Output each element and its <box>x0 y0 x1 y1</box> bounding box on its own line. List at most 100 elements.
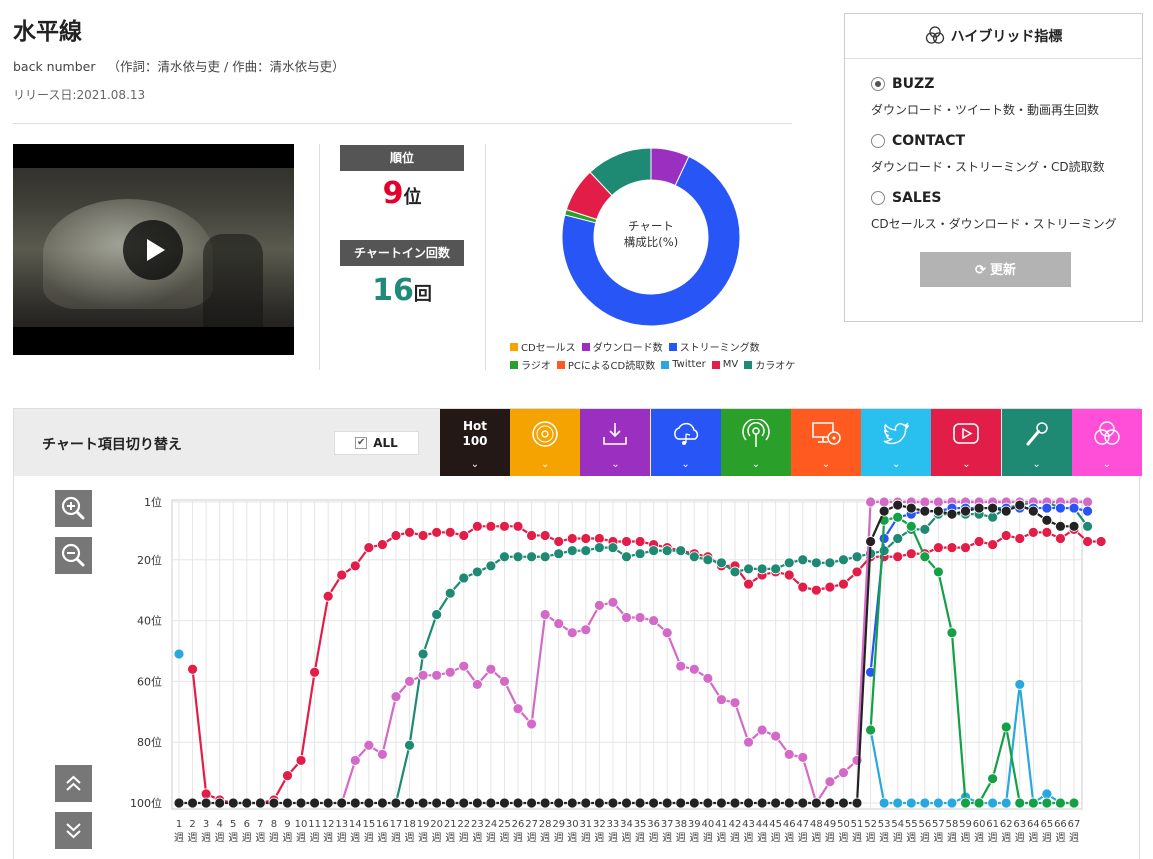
data-point-karaoke[interactable] <box>485 560 497 572</box>
data-point-mv[interactable] <box>960 542 971 554</box>
data-point-download[interactable] <box>377 748 388 760</box>
data-point-mv[interactable] <box>431 527 443 538</box>
data-point-karaoke[interactable] <box>783 557 795 569</box>
data-point-hot100[interactable] <box>661 797 673 809</box>
data-point-karaoke[interactable] <box>471 566 483 578</box>
data-point-karaoke[interactable] <box>539 551 551 563</box>
data-point-download[interactable] <box>404 675 415 687</box>
data-point-karaoke[interactable] <box>499 551 510 563</box>
data-point-hot100[interactable] <box>716 797 727 809</box>
data-point-mv[interactable] <box>973 536 985 547</box>
data-point-mv[interactable] <box>566 533 578 544</box>
data-point-hot100[interactable] <box>214 797 226 809</box>
data-point-mv[interactable] <box>593 533 605 544</box>
data-point-karaoke[interactable] <box>797 554 809 566</box>
data-point-hot100[interactable] <box>688 797 700 809</box>
data-point-download[interactable] <box>553 618 565 630</box>
data-point-radio[interactable] <box>1014 797 1026 809</box>
data-point-karaoke[interactable] <box>404 739 415 751</box>
data-point-mv[interactable] <box>743 578 754 590</box>
data-point-download[interactable] <box>607 596 619 608</box>
data-point-hot100[interactable] <box>783 797 795 809</box>
data-point-download[interactable] <box>621 612 632 623</box>
data-point-karaoke[interactable] <box>458 572 470 584</box>
data-point-radio[interactable] <box>987 773 999 785</box>
data-point-hot100[interactable] <box>471 797 483 809</box>
data-point-mv[interactable] <box>892 551 904 563</box>
data-point-karaoke[interactable] <box>824 557 836 569</box>
data-point-hot100[interactable] <box>960 505 971 517</box>
data-point-radio[interactable] <box>932 566 944 578</box>
data-point-download[interactable] <box>661 627 673 639</box>
data-point-mv[interactable] <box>458 530 470 541</box>
data-point-download[interactable] <box>729 697 741 709</box>
data-point-mv[interactable] <box>471 520 483 532</box>
data-point-hot100[interactable] <box>1055 520 1066 532</box>
data-point-radio[interactable] <box>960 797 971 809</box>
data-point-hot100[interactable] <box>919 505 931 517</box>
data-point-hot100[interactable] <box>566 797 578 809</box>
data-point-radio[interactable] <box>905 520 917 532</box>
data-point-hot100[interactable] <box>363 797 375 809</box>
data-point-mv[interactable] <box>905 548 917 560</box>
data-point-radio[interactable] <box>892 511 904 523</box>
radio-contact[interactable] <box>871 134 885 148</box>
data-point-mv[interactable] <box>485 520 497 532</box>
data-point-hot100[interactable] <box>241 797 253 809</box>
data-point-download[interactable] <box>417 669 429 681</box>
data-point-hot100[interactable] <box>187 797 198 809</box>
data-point-hot100[interactable] <box>173 797 185 809</box>
data-point-twitter[interactable] <box>173 648 185 660</box>
option-buzz[interactable]: BUZZ <box>871 76 934 92</box>
data-point-mv[interactable] <box>1000 530 1012 541</box>
data-point-download[interactable] <box>878 496 890 508</box>
data-point-radio[interactable] <box>1000 721 1012 733</box>
data-point-hot100[interactable] <box>377 797 388 809</box>
data-point-mv[interactable] <box>580 533 592 544</box>
data-point-download[interactable] <box>363 739 375 751</box>
data-point-karaoke[interactable] <box>838 554 849 566</box>
data-point-twitter[interactable] <box>905 797 917 809</box>
data-point-radio[interactable] <box>1041 797 1053 809</box>
data-point-download[interactable] <box>458 660 470 672</box>
data-point-hot100[interactable] <box>593 797 605 809</box>
data-point-hot100[interactable] <box>282 797 293 809</box>
data-point-mv[interactable] <box>553 536 565 547</box>
data-point-karaoke[interactable] <box>743 563 754 575</box>
data-point-mv[interactable] <box>539 530 551 541</box>
data-point-karaoke[interactable] <box>770 563 782 575</box>
data-point-mv[interactable] <box>349 560 361 572</box>
data-point-karaoke[interactable] <box>851 551 863 563</box>
data-point-download[interactable] <box>824 776 836 788</box>
data-point-hot100[interactable] <box>200 797 212 809</box>
data-point-radio[interactable] <box>973 797 985 809</box>
data-point-mv[interactable] <box>336 569 348 581</box>
data-point-download[interactable] <box>1082 496 1093 508</box>
data-point-download[interactable] <box>770 730 782 742</box>
data-point-hot100[interactable] <box>634 797 646 809</box>
data-point-hot100[interactable] <box>349 797 361 809</box>
data-point-streaming[interactable] <box>1068 502 1080 514</box>
data-point-hot100[interactable] <box>499 797 510 809</box>
data-point-download[interactable] <box>783 748 795 760</box>
data-point-mv[interactable] <box>797 581 809 593</box>
data-point-mv[interactable] <box>838 578 849 590</box>
data-point-streaming[interactable] <box>1082 505 1093 517</box>
data-point-mv[interactable] <box>309 666 321 678</box>
data-point-karaoke[interactable] <box>553 548 565 560</box>
data-point-mv[interactable] <box>1014 533 1026 544</box>
data-point-download[interactable] <box>688 663 700 675</box>
data-point-mv[interactable] <box>444 527 456 538</box>
data-point-karaoke[interactable] <box>702 554 714 566</box>
data-point-download[interactable] <box>716 694 727 706</box>
data-point-radio[interactable] <box>1027 797 1039 809</box>
data-point-hot100[interactable] <box>675 797 687 809</box>
data-point-mv[interactable] <box>946 542 958 554</box>
data-point-hot100[interactable] <box>702 797 714 809</box>
data-point-hot100[interactable] <box>756 797 768 809</box>
data-point-hot100[interactable] <box>1041 514 1053 526</box>
data-point-twitter[interactable] <box>932 797 944 809</box>
data-point-download[interactable] <box>431 669 443 681</box>
data-point-mv[interactable] <box>512 520 524 532</box>
data-point-hot100[interactable] <box>444 797 456 809</box>
